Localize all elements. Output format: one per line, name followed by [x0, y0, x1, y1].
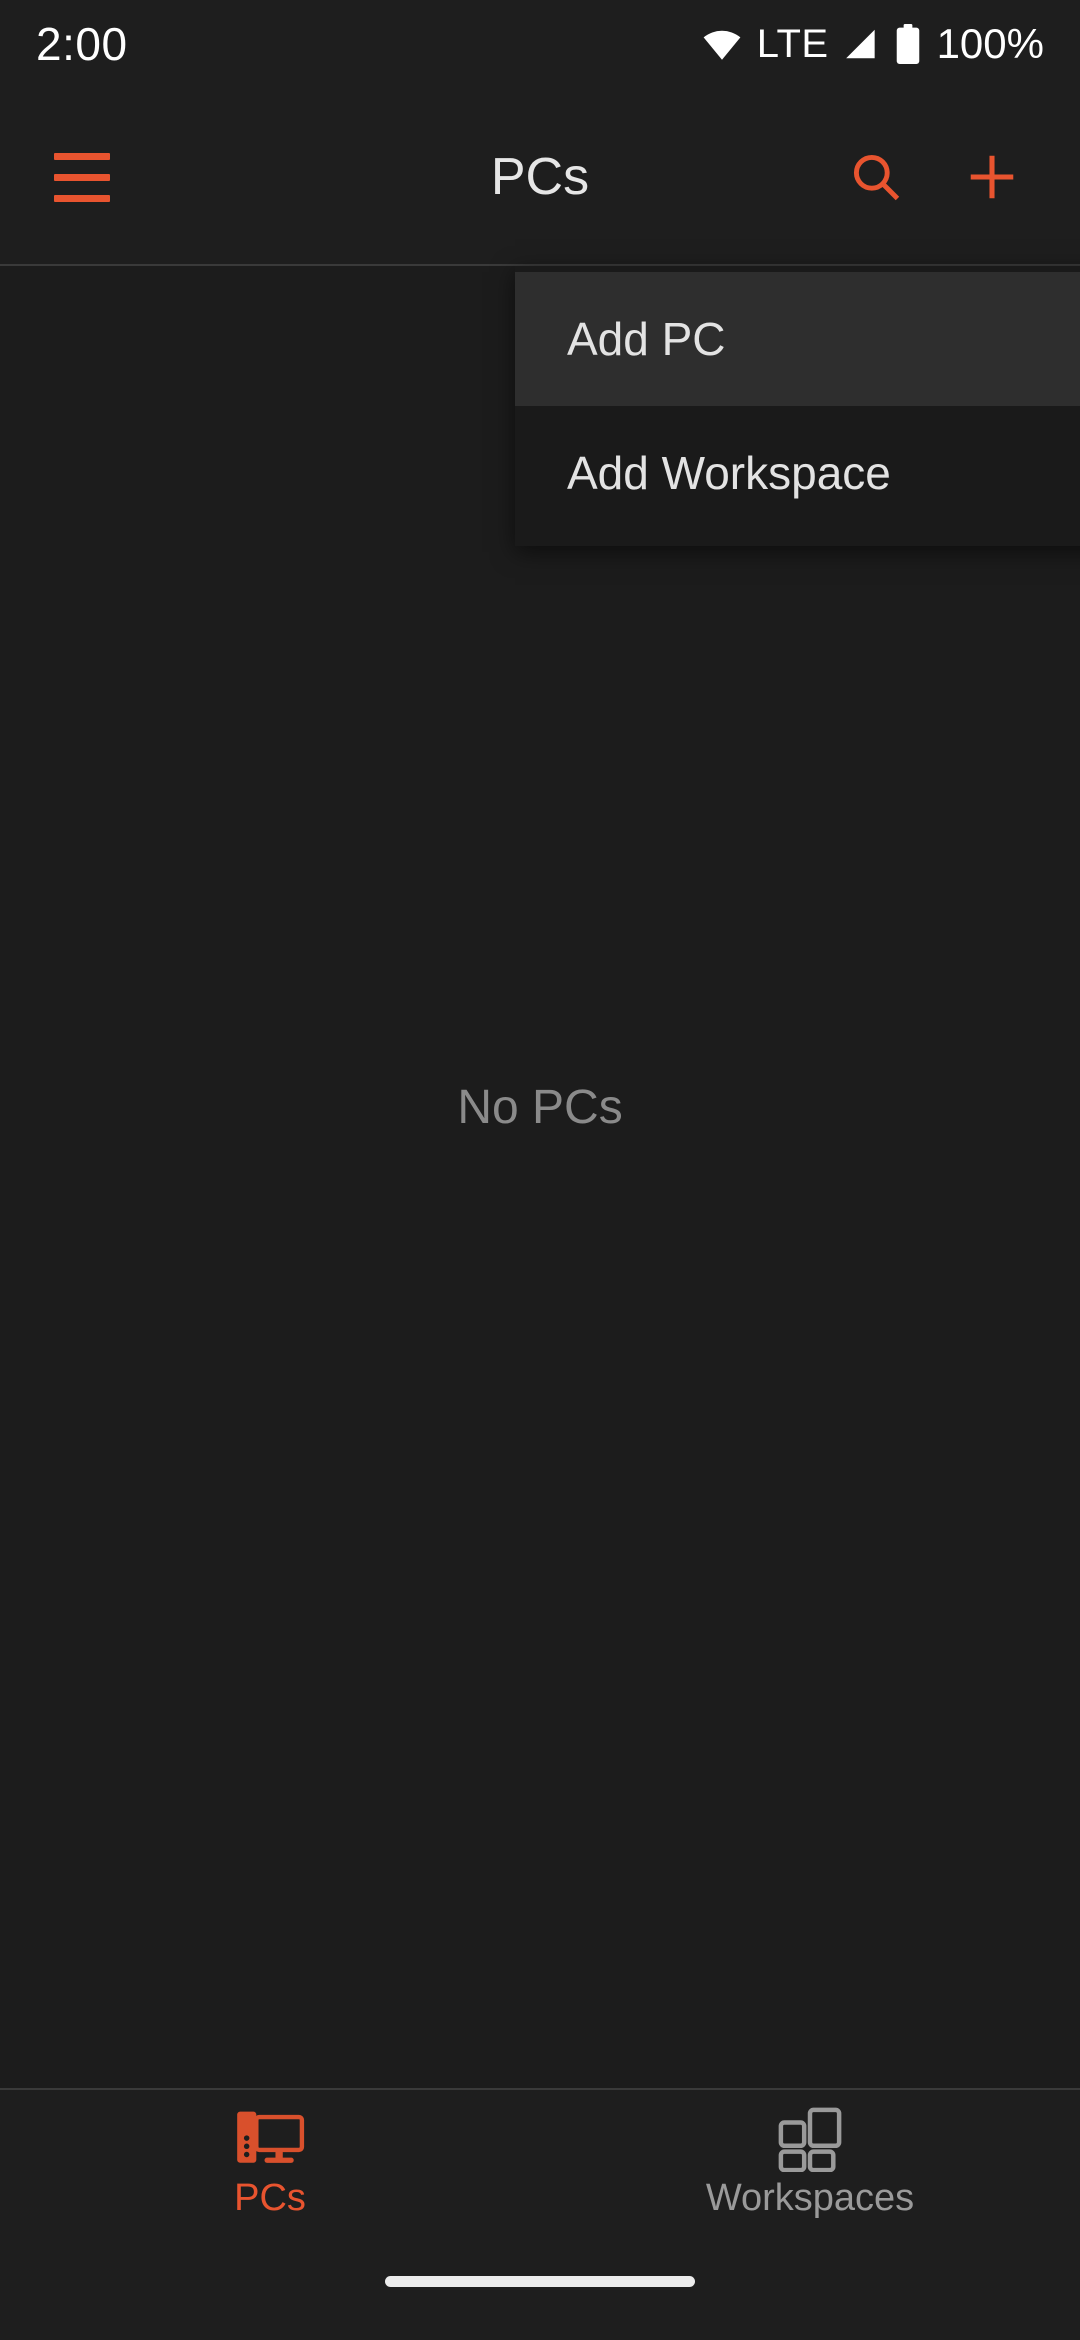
- search-icon: [848, 149, 904, 205]
- status-bar-indicators: LTE 100%: [701, 23, 1044, 65]
- app-bar: PCs: [0, 88, 1080, 266]
- nav-tab-pcs[interactable]: PCs: [0, 2090, 540, 2236]
- home-indicator-area: [0, 2236, 1080, 2340]
- hamburger-bar-3: [54, 194, 110, 202]
- empty-state-label: No PCs: [457, 1080, 623, 1134]
- add-popup-menu: Add PC Add Workspace: [515, 266, 1080, 546]
- app-bar-actions: [828, 129, 1080, 225]
- signal-bars-icon: [843, 25, 881, 63]
- battery-percent-label: 100%: [936, 20, 1044, 67]
- status-bar: 2:00 LTE 100%: [0, 0, 1080, 88]
- status-clock: 2:00: [36, 18, 128, 70]
- home-indicator[interactable]: [385, 2275, 695, 2287]
- hamburger-menu-icon[interactable]: [28, 123, 136, 231]
- nav-tab-workspaces[interactable]: Workspaces: [540, 2090, 1080, 2236]
- hamburger-bar-2: [54, 173, 110, 181]
- menu-item-add-pc[interactable]: Add PC: [515, 272, 1080, 406]
- menu-item-add-workspace[interactable]: Add Workspace: [515, 406, 1080, 540]
- hamburger-bar-1: [54, 152, 110, 160]
- workspaces-grid-icon: [777, 2107, 843, 2172]
- nav-tab-workspaces-label: Workspaces: [705, 2177, 915, 2219]
- network-type-label: LTE: [756, 22, 829, 66]
- bottom-navigation-bar: PCs Workspaces: [0, 2088, 1080, 2236]
- add-button[interactable]: [944, 129, 1040, 225]
- menu-item-add-pc-label: Add PC: [567, 313, 726, 365]
- app-screen: 2:00 LTE 100% PCs No PCs Add PC Add Work…: [0, 0, 1080, 2340]
- desktop-pc-icon: [233, 2109, 307, 2169]
- wifi-icon: [701, 23, 743, 65]
- plus-icon: [963, 148, 1021, 206]
- menu-item-add-workspace-label: Add Workspace: [567, 447, 891, 499]
- battery-full-icon: [895, 24, 921, 64]
- nav-tab-pcs-label: PCs: [234, 2177, 306, 2219]
- search-button[interactable]: [828, 129, 924, 225]
